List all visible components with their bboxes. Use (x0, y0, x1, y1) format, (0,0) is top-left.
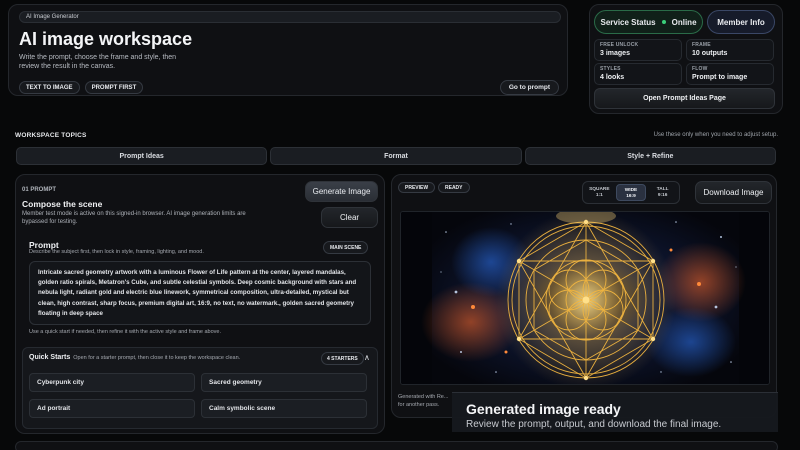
workspace-tabs: Prompt Ideas Format Style + Refine (16, 147, 776, 165)
workspace-topics-note: Use these only when you need to adjust s… (653, 132, 778, 138)
starter-calm-symbolic-scene[interactable]: Calm symbolic scene (201, 399, 367, 418)
stat-value: 3 images (600, 50, 630, 57)
starter-cyberpunk-city[interactable]: Cyberpunk city (29, 373, 195, 392)
starter-ad-portrait[interactable]: Ad portrait (29, 399, 195, 418)
quick-starts-subtitle: Open for a starter prompt, then close it… (73, 355, 241, 361)
prompt-first-pill[interactable]: PROMPT FIRST (84, 81, 144, 94)
stat-value: 10 outputs (692, 50, 728, 57)
service-status-value: Online (671, 17, 697, 27)
download-image-button[interactable]: Download Image (695, 181, 772, 204)
hero-panel: AI Image Generator AI image workspace Wr… (8, 4, 568, 96)
step-label: 01 PROMPT (22, 187, 57, 193)
stat-free-unlock: FREE UNLOCK 3 images (594, 39, 682, 61)
composer-description: Member test mode is active on this signe… (22, 211, 246, 225)
account-panel: Service Status Online Member Info FREE U… (589, 4, 783, 114)
prompt-description: Describe the subject first, then lock in… (29, 249, 204, 255)
chevron-up-icon[interactable]: ∧ (364, 353, 370, 362)
main-scene-badge: MAIN SCENE (323, 241, 369, 254)
aspect-ratio-selector: SQUARE 1:1 WIDE 16:9 TALL 9:16 (582, 181, 680, 204)
ready-pill: READY (438, 182, 470, 193)
stat-key: FREE UNLOCK (600, 42, 639, 48)
generation-note: Generated with Re... for another pass. (398, 394, 449, 408)
stat-frame: FRAME 10 outputs (686, 39, 774, 61)
composer-title: Compose the scene (22, 199, 103, 209)
quick-starts-title: Quick Starts (29, 354, 71, 361)
quick-starts-section: Quick Starts Open for a starter prompt, t… (22, 347, 378, 429)
stat-key: STYLES (600, 66, 621, 72)
ratio-square-option[interactable]: SQUARE 1:1 (585, 184, 614, 201)
page-title: AI image workspace (19, 29, 193, 49)
stat-value: Prompt to image (692, 74, 748, 81)
prompt-hint: Use a quick start if needed, then refine… (29, 329, 221, 335)
sacred-geometry-image (401, 212, 769, 384)
prompt-textarea[interactable]: Intricate sacred geometry artwork with a… (29, 261, 371, 325)
open-prompt-ideas-button[interactable]: Open Prompt Ideas Page (594, 88, 775, 109)
preview-panel: PREVIEW READY SQUARE 1:1 WIDE 16:9 TALL … (391, 174, 777, 418)
ratio-value: 16:9 (626, 194, 636, 199)
clear-button[interactable]: Clear (321, 207, 378, 228)
image-ready-toast: Generated image ready Review the prompt,… (452, 392, 778, 432)
tab-style-refine[interactable]: Style + Refine (524, 147, 776, 165)
tab-prompt-ideas[interactable]: Prompt Ideas (16, 147, 268, 165)
app-tag: AI Image Generator (19, 11, 561, 23)
ratio-value: 1:1 (595, 193, 603, 198)
starter-sacred-geometry[interactable]: Sacred geometry (201, 373, 367, 392)
quick-starts-header[interactable]: Quick Starts Open for a starter prompt, t… (29, 354, 240, 361)
text-to-image-pill[interactable]: TEXT TO IMAGE (19, 81, 80, 94)
generated-image-canvas (400, 211, 770, 385)
page-description: Write the prompt, choose the frame and s… (19, 54, 177, 70)
preview-pill: PREVIEW (398, 182, 436, 193)
generate-image-button[interactable]: Generate Image (305, 181, 378, 202)
workspace-topics-title: WORKSPACE TOPICS (15, 132, 87, 139)
ratio-tall-option[interactable]: TALL 9:16 (648, 184, 677, 201)
service-status-badge: Service Status Online (594, 10, 703, 34)
stat-key: FLOW (692, 66, 708, 72)
composer-panel: 01 PROMPT Compose the scene Member test … (15, 174, 385, 434)
tab-format[interactable]: Format (270, 147, 522, 165)
bottom-panel-edge (15, 441, 778, 450)
service-status-label: Service Status (600, 17, 656, 27)
toast-subtitle: Review the prompt, output, and download … (466, 419, 722, 430)
ratio-value: 9:16 (657, 193, 668, 198)
stat-key: FRAME (692, 42, 711, 48)
stat-value: 4 looks (600, 74, 625, 81)
mode-pills: TEXT TO IMAGE PROMPT FIRST (19, 81, 144, 94)
stat-styles: STYLES 4 looks (594, 63, 682, 85)
toast-title: Generated image ready (466, 401, 621, 417)
member-info-button[interactable]: Member Info (707, 10, 775, 34)
ratio-wide-option[interactable]: WIDE 16:9 (615, 184, 647, 201)
go-to-prompt-button[interactable]: Go to prompt (499, 80, 559, 95)
status-dot-icon (661, 20, 666, 24)
starters-count-badge: 4 STARTERS (321, 352, 364, 365)
stat-flow: FLOW Prompt to image (686, 63, 774, 85)
